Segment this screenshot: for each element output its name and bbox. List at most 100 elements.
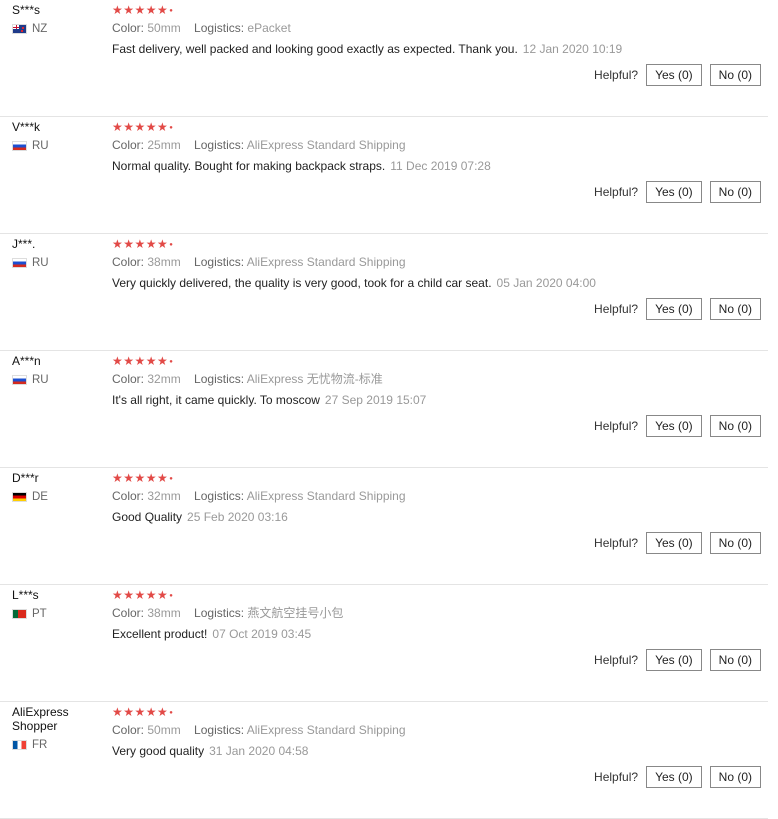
review-date: 12 Jan 2020 10:19 (522, 42, 623, 56)
reviewer-info: L***s PT (12, 588, 104, 620)
country-code: RU (32, 257, 49, 269)
review-text: Very good quality (112, 744, 205, 758)
logistics-label: Logistics: (194, 489, 245, 503)
country-flag-icon (12, 258, 27, 268)
logistics-value: ePacket (247, 21, 291, 35)
review-item: L***s PT ★★★★★● Color: 38mm Logistics: 燕… (0, 585, 768, 702)
color-value: 32mm (147, 489, 181, 503)
color-label: Color: (112, 138, 145, 152)
logistics-label: Logistics: (194, 255, 245, 269)
logistics-value: AliExpress 无忧物流-标准 (246, 372, 383, 386)
helpful-no-button[interactable]: No (0) (709, 64, 761, 86)
reviewer-country: RU (12, 140, 104, 152)
color-label: Color: (112, 723, 145, 737)
review-date: 25 Feb 2020 03:16 (187, 510, 288, 524)
color-label: Color: (112, 489, 145, 503)
reviewer-country: DE (12, 491, 104, 503)
helpful-yes-button[interactable]: Yes (0) (646, 181, 702, 203)
helpful-label: Helpful? (594, 419, 639, 433)
review-item: V***k RU ★★★★★● Color: 25mm Logistics: A… (0, 117, 768, 234)
helpful-yes-button[interactable]: Yes (0) (646, 766, 702, 788)
reviewer-country: RU (12, 257, 104, 269)
review-feedback: It's all right, it came quickly. To mosc… (112, 393, 768, 407)
helpful-section: Helpful? Yes (0) No (0) (594, 766, 761, 788)
review-attributes: Color: 25mm Logistics: AliExpress Standa… (112, 138, 768, 152)
helpful-yes-button[interactable]: Yes (0) (646, 298, 702, 320)
review-attributes: Color: 50mm Logistics: AliExpress Standa… (112, 723, 768, 737)
helpful-section: Helpful? Yes (0) No (0) (594, 298, 761, 320)
reviewer-name: L***s (12, 588, 39, 602)
star-icons: ★★★★★ (112, 471, 169, 485)
review-attributes: Color: 38mm Logistics: AliExpress Standa… (112, 255, 768, 269)
helpful-no-button[interactable]: No (0) (709, 298, 761, 320)
helpful-no-button[interactable]: No (0) (709, 649, 761, 671)
helpful-yes-button[interactable]: Yes (0) (646, 64, 702, 86)
helpful-yes-button[interactable]: Yes (0) (646, 649, 702, 671)
review-item: A***n RU ★★★★★● Color: 32mm Logistics: A… (0, 351, 768, 468)
review-text: It's all right, it came quickly. To mosc… (112, 393, 320, 407)
review-date: 27 Sep 2019 15:07 (324, 393, 427, 407)
helpful-label: Helpful? (594, 68, 639, 82)
helpful-no-button[interactable]: No (0) (709, 415, 761, 437)
color-value: 38mm (147, 606, 181, 620)
review-feedback: Very quickly delivered, the quality is v… (112, 276, 768, 290)
review-attributes: Color: 32mm Logistics: AliExpress Standa… (112, 489, 768, 503)
logistics-value: AliExpress Standard Shipping (246, 723, 406, 737)
star-rating: ★★★★★● (112, 588, 174, 602)
review-attributes: Color: 32mm Logistics: AliExpress 无忧物流-标… (112, 372, 768, 386)
star-icons: ★★★★★ (112, 705, 169, 719)
star-rating: ★★★★★● (112, 471, 174, 485)
review-item: AliExpress Shopper FR ★★★★★● Color: 50mm… (0, 702, 768, 819)
helpful-yes-button[interactable]: Yes (0) (646, 532, 702, 554)
country-code: PT (32, 608, 47, 620)
helpful-yes-button[interactable]: Yes (0) (646, 415, 702, 437)
helpful-label: Helpful? (594, 770, 639, 784)
country-code: FR (32, 739, 48, 751)
star-icons: ★★★★★ (112, 588, 169, 602)
review-date: 05 Jan 2020 04:00 (496, 276, 596, 290)
helpful-label: Helpful? (594, 536, 639, 550)
country-code: DE (32, 491, 48, 503)
country-flag-icon (12, 141, 27, 151)
reviewer-country: PT (12, 608, 104, 620)
review-item: S***s NZ ★★★★★● Color: 50mm Logistics: e… (0, 0, 768, 117)
color-label: Color: (112, 255, 145, 269)
reviewer-name: A***n (12, 354, 41, 368)
reviewer-info: S***s NZ (12, 3, 104, 35)
helpful-label: Helpful? (594, 653, 639, 667)
reviewer-country: RU (12, 374, 104, 386)
star-icons: ★★★★★ (112, 120, 169, 134)
logistics-label: Logistics: (194, 21, 245, 35)
helpful-section: Helpful? Yes (0) No (0) (594, 532, 761, 554)
helpful-section: Helpful? Yes (0) No (0) (594, 64, 761, 86)
helpful-no-button[interactable]: No (0) (709, 532, 761, 554)
color-label: Color: (112, 606, 145, 620)
logistics-value: AliExpress Standard Shipping (246, 138, 406, 152)
review-text: Excellent product! (112, 627, 208, 641)
review-body: ★★★★★● Color: 25mm Logistics: AliExpress… (112, 120, 768, 173)
reviewer-info: AliExpress Shopper FR (12, 705, 104, 751)
star-rating: ★★★★★● (112, 354, 174, 368)
star-rating: ★★★★★● (112, 237, 174, 251)
review-body: ★★★★★● Color: 50mm Logistics: ePacket Fa… (112, 3, 768, 56)
helpful-no-button[interactable]: No (0) (709, 181, 761, 203)
reviewer-name: AliExpress Shopper (12, 705, 69, 733)
color-value: 38mm (147, 255, 181, 269)
review-body: ★★★★★● Color: 32mm Logistics: AliExpress… (112, 354, 768, 407)
star-icons: ★★★★★ (112, 354, 169, 368)
reviewer-name: J***. (12, 237, 36, 251)
logistics-label: Logistics: (194, 606, 245, 620)
helpful-no-button[interactable]: No (0) (709, 766, 761, 788)
helpful-label: Helpful? (594, 302, 639, 316)
logistics-value: 燕文航空挂号小包 (247, 606, 344, 620)
logistics-value: AliExpress Standard Shipping (246, 489, 406, 503)
color-label: Color: (112, 21, 145, 35)
country-code: RU (32, 374, 49, 386)
reviewer-name: V***k (12, 120, 41, 134)
review-feedback: Good Quality 25 Feb 2020 03:16 (112, 510, 768, 524)
color-value: 50mm (147, 723, 181, 737)
reviewer-name: S***s (12, 3, 41, 17)
review-attributes: Color: 38mm Logistics: 燕文航空挂号小包 (112, 606, 768, 620)
review-body: ★★★★★● Color: 32mm Logistics: AliExpress… (112, 471, 768, 524)
review-item: J***. RU ★★★★★● Color: 38mm Logistics: A… (0, 234, 768, 351)
